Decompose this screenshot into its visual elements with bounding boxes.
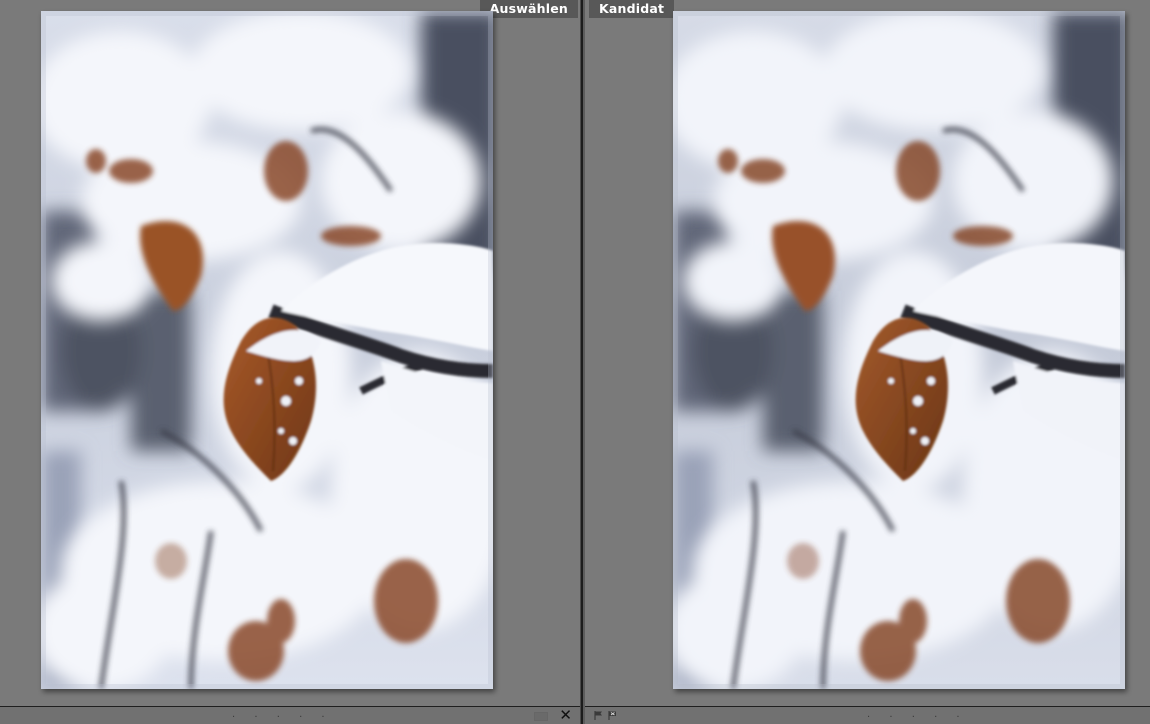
select-footer: . . . . . ✕: [0, 706, 580, 724]
candidate-pane[interactable]: Kandidat: [585, 0, 1150, 706]
select-label: Auswählen: [479, 0, 578, 18]
flag-controls: [593, 710, 618, 721]
reject-flag-icon[interactable]: [607, 710, 618, 721]
candidate-footer: . . . . .: [585, 706, 1150, 724]
color-label-swatch[interactable]: [534, 712, 548, 721]
select-photo[interactable]: [41, 11, 493, 689]
select-pane[interactable]: Auswählen: [0, 0, 580, 706]
rating-dots[interactable]: . . . . .: [232, 710, 333, 720]
compare-view: Auswählen Kandidat . . . . . ✕ . . . . .: [0, 0, 1150, 724]
candidate-label: Kandidat: [589, 0, 675, 18]
snow-leaf-image: [673, 11, 1125, 689]
flag-icon[interactable]: [593, 710, 604, 721]
close-icon[interactable]: ✕: [559, 708, 572, 723]
candidate-photo[interactable]: [673, 11, 1125, 689]
rating-dots[interactable]: . . . . .: [867, 710, 968, 720]
snow-leaf-image: [41, 11, 493, 689]
